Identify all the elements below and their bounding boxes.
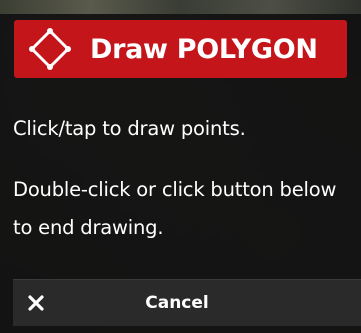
cancel-button[interactable]: Cancel [13, 279, 361, 326]
panel-title: Draw POLYGON [90, 33, 318, 65]
panel-header: Draw POLYGON [14, 20, 347, 78]
instruction-draw-points: Click/tap to draw points. [13, 117, 246, 140]
instruction-end-drawing: Double-click or click button below to en… [13, 178, 337, 239]
polygon-icon [29, 28, 71, 70]
map-background [0, 0, 361, 14]
cancel-label: Cancel [145, 293, 209, 313]
